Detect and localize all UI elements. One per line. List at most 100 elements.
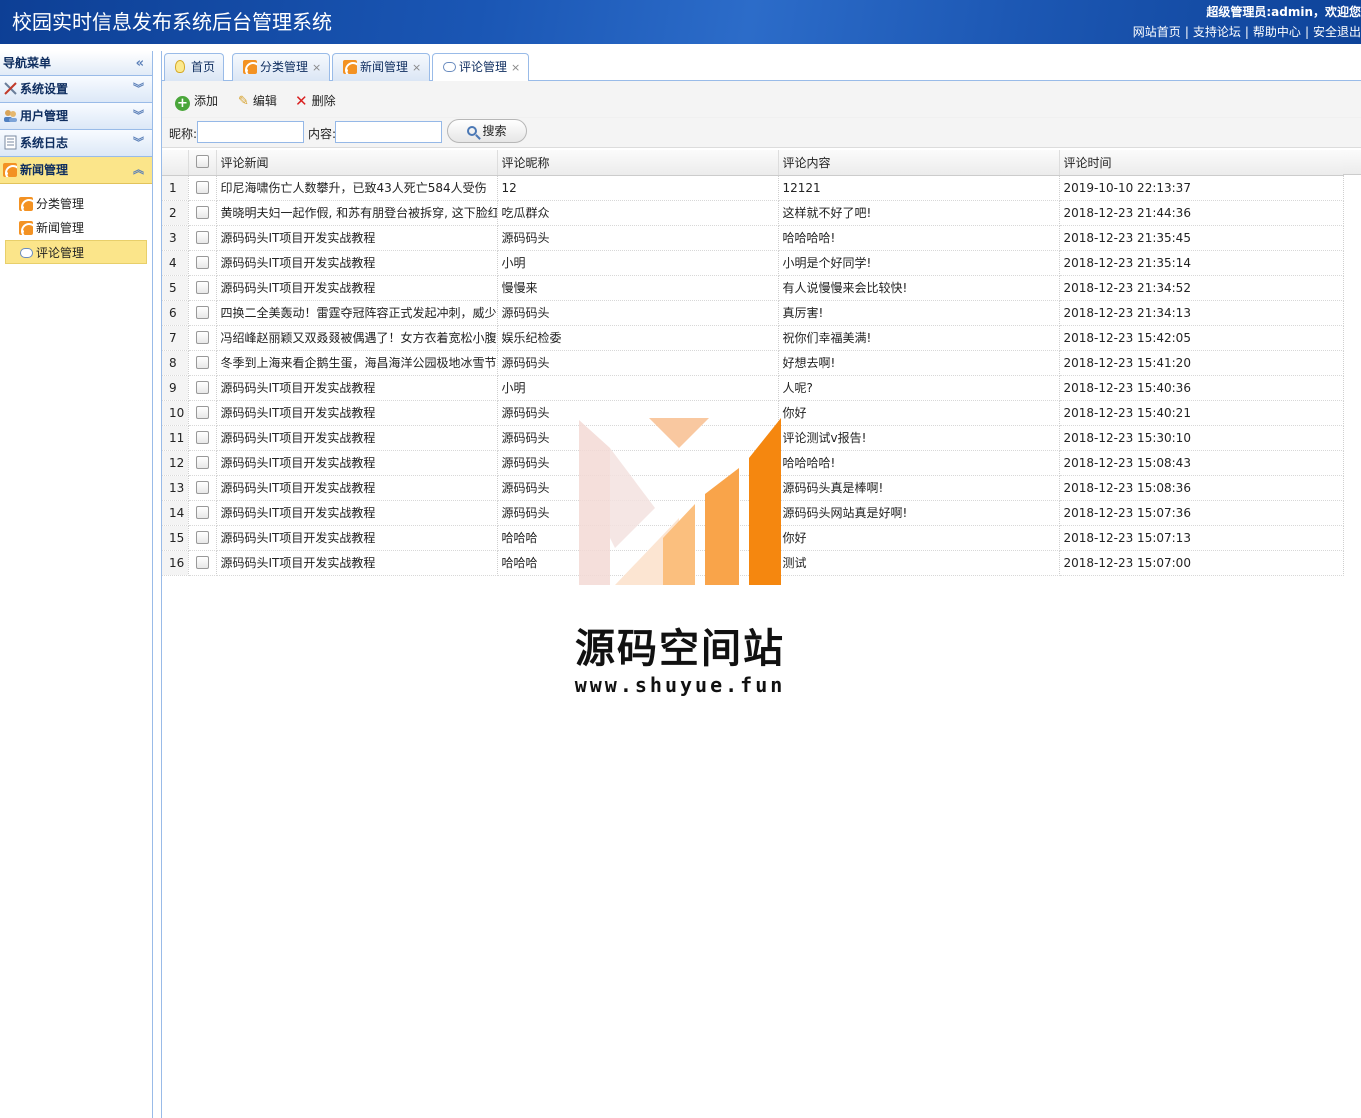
row-number: 16	[162, 550, 189, 576]
cell-time: 2019-10-10 22:13:37	[1059, 175, 1344, 201]
cell-time: 2018-12-23 21:34:52	[1059, 275, 1344, 301]
link-help[interactable]: 帮助中心	[1253, 25, 1301, 39]
row-checkbox[interactable]	[188, 375, 217, 401]
sidebar-item-category-management[interactable]: 分类管理	[5, 192, 147, 216]
sidebar-group-system-log[interactable]: 系统日志 ︾	[0, 130, 152, 157]
table-row[interactable]: 10 源码码头IT项目开发实战教程 源码码头 你好 2018-12-23 15:40:2…	[162, 400, 1344, 426]
table-row[interactable]: 7 冯绍峰赵丽颖又双叒叕被偶遇了！女方衣着宽松小腹 娱乐纪检委 祝你们幸福美满! 201…	[162, 325, 1344, 351]
table-row[interactable]: 5 源码码头IT项目开发实战教程 慢慢来 有人说慢慢来会比较快! 2018-12-23 …	[162, 275, 1344, 301]
cell-time: 2018-12-23 21:34:13	[1059, 300, 1344, 326]
row-checkbox[interactable]	[188, 325, 217, 351]
col-header-content[interactable]: 评论内容	[778, 150, 1060, 176]
checkbox-icon	[195, 505, 209, 519]
table-row[interactable]: 13 源码码头IT项目开发实战教程 源码码头 源码码头真是棒啊! 2018-12-23 …	[162, 475, 1344, 501]
table-row[interactable]: 9 源码码头IT项目开发实战教程 小明 人呢? 2018-12-23 15:40:36	[162, 375, 1344, 401]
sidebar-group-system-settings[interactable]: 系统设置 ︾	[0, 76, 152, 103]
row-checkbox[interactable]	[188, 225, 217, 251]
table-row[interactable]: 11 源码码头IT项目开发实战教程 源码码头 评论测试v报告! 2018-12-23 1…	[162, 425, 1344, 451]
row-checkbox[interactable]	[188, 300, 217, 326]
row-checkbox[interactable]	[188, 250, 217, 276]
cell-content: 好想去啊!	[778, 350, 1060, 376]
cell-time: 2018-12-23 15:07:13	[1059, 525, 1344, 551]
cell-time: 2018-12-23 15:42:05	[1059, 325, 1344, 351]
link-site-home[interactable]: 网站首页	[1133, 25, 1181, 39]
cell-content: 12121	[778, 175, 1060, 201]
row-number: 15	[162, 525, 189, 551]
grid-toolbar: + 添加 ✎ 编辑 ✕ 删除	[162, 81, 1361, 118]
row-number: 7	[162, 325, 189, 351]
row-checkbox[interactable]	[188, 200, 217, 226]
cell-content: 评论测试v报告!	[778, 425, 1060, 451]
search-icon	[467, 126, 478, 136]
content-label: 内容:	[308, 127, 337, 141]
table-row[interactable]: 12 源码码头IT项目开发实战教程 源码码头 哈哈哈哈! 2018-12-23 15:0…	[162, 450, 1344, 476]
table-row[interactable]: 3 源码码头IT项目开发实战教程 源码码头 哈哈哈哈! 2018-12-23 21:35…	[162, 225, 1344, 251]
table-row[interactable]: 16 源码码头IT项目开发实战教程 哈哈哈 测试 2018-12-23 15:07:00	[162, 550, 1344, 576]
sidebar-item-comment-management[interactable]: 评论管理	[5, 240, 147, 264]
col-header-time[interactable]: 评论时间	[1059, 150, 1344, 176]
select-all-checkbox[interactable]	[188, 150, 217, 176]
row-number: 14	[162, 500, 189, 526]
delete-button[interactable]: ✕ 删除	[295, 91, 336, 111]
cell-time: 2018-12-23 15:40:36	[1059, 375, 1344, 401]
cell-nickname: 源码码头	[497, 450, 779, 476]
grid-header-filler	[1343, 150, 1361, 175]
collapse-sidebar-icon[interactable]: «	[136, 51, 144, 76]
close-icon[interactable]: ×	[312, 61, 321, 74]
table-row[interactable]: 14 源码码头IT项目开发实战教程 源码码头 源码码头网站真是好啊! 2018-12-2…	[162, 500, 1344, 526]
row-checkbox[interactable]	[188, 525, 217, 551]
row-checkbox[interactable]	[188, 475, 217, 501]
tab-home[interactable]: 首页	[164, 53, 225, 81]
cell-news: 源码码头IT项目开发实战教程	[216, 450, 498, 476]
sidebar-group-user-management[interactable]: 用户管理 ︾	[0, 103, 152, 130]
row-checkbox[interactable]	[188, 275, 217, 301]
row-checkbox[interactable]	[188, 500, 217, 526]
row-checkbox[interactable]	[188, 550, 217, 576]
bulb-icon	[175, 60, 185, 73]
cell-time: 2018-12-23 15:40:21	[1059, 400, 1344, 426]
nickname-input[interactable]	[197, 121, 304, 143]
table-row[interactable]: 8 冬季到上海来看企鹅生蛋，海昌海洋公园极地冰雪节 源码码头 好想去啊! 2018-12…	[162, 350, 1344, 376]
table-row[interactable]: 1 印尼海啸伤亡人数攀升，已致43人死亡584人受伤 12 12121 2019-10-…	[162, 175, 1344, 201]
table-row[interactable]: 6 四换二全美轰动！雷霆夺冠阵容正式发起冲刺，威少 源码码头 真厉害! 2018-12-…	[162, 300, 1344, 326]
cell-nickname: 12	[497, 175, 779, 201]
cell-nickname: 娱乐纪检委	[497, 325, 779, 351]
link-forum[interactable]: 支持论坛	[1193, 25, 1241, 39]
col-header-nickname[interactable]: 评论昵称	[497, 150, 779, 176]
checkbox-icon	[195, 455, 209, 469]
search-bar: 昵称: 内容: 搜索	[162, 118, 1361, 148]
table-row[interactable]: 4 源码码头IT项目开发实战教程 小明 小明是个好同学! 2018-12-23 21:3…	[162, 250, 1344, 276]
row-number: 3	[162, 225, 189, 251]
comment-grid: 评论新闻 评论昵称 评论内容 评论时间 1 印尼海啸伤亡人数攀升，已致43人死亡5…	[162, 150, 1361, 576]
tab-news-management[interactable]: 新闻管理 ×	[332, 53, 431, 81]
link-logout[interactable]: 安全退出	[1313, 25, 1361, 39]
edit-button[interactable]: ✎ 编辑	[238, 91, 277, 111]
cell-time: 2018-12-23 15:07:00	[1059, 550, 1344, 576]
cell-time: 2018-12-23 15:07:36	[1059, 500, 1344, 526]
content-input[interactable]	[335, 121, 442, 143]
add-button[interactable]: + 添加	[175, 91, 218, 111]
close-icon[interactable]: ×	[412, 61, 421, 74]
cell-news: 源码码头IT项目开发实战教程	[216, 550, 498, 576]
cell-time: 2018-12-23 21:35:45	[1059, 225, 1344, 251]
table-row[interactable]: 2 黄晓明夫妇一起作假, 和苏有朋登台被拆穿, 这下脸红 吃瓜群众 这样就不好了吧! 2…	[162, 200, 1344, 226]
row-checkbox[interactable]	[188, 350, 217, 376]
table-row[interactable]: 15 源码码头IT项目开发实战教程 哈哈哈 你好 2018-12-23 15:07:13	[162, 525, 1344, 551]
checkbox-icon	[195, 530, 209, 544]
row-checkbox[interactable]	[188, 450, 217, 476]
tab-comment-management[interactable]: 评论管理 ×	[432, 53, 530, 82]
close-icon[interactable]: ×	[511, 61, 520, 74]
sidebar-group-news-management[interactable]: 新闻管理 ︽	[0, 157, 152, 184]
col-header-news[interactable]: 评论新闻	[216, 150, 498, 176]
sidebar-item-news-management[interactable]: 新闻管理	[5, 216, 147, 240]
tab-category-management[interactable]: 分类管理 ×	[232, 53, 331, 81]
tab-bar: 首页 分类管理 × 新闻管理 × 评论管理 ×	[162, 51, 1361, 82]
cell-content: 人呢?	[778, 375, 1060, 401]
system-title: 校园实时信息发布系统后台管理系统	[12, 10, 332, 34]
row-checkbox[interactable]	[188, 425, 217, 451]
nickname-label: 昵称:	[169, 127, 198, 141]
search-button[interactable]: 搜索	[447, 119, 527, 143]
row-number: 12	[162, 450, 189, 476]
row-checkbox[interactable]	[188, 400, 217, 426]
row-checkbox[interactable]	[188, 175, 217, 201]
